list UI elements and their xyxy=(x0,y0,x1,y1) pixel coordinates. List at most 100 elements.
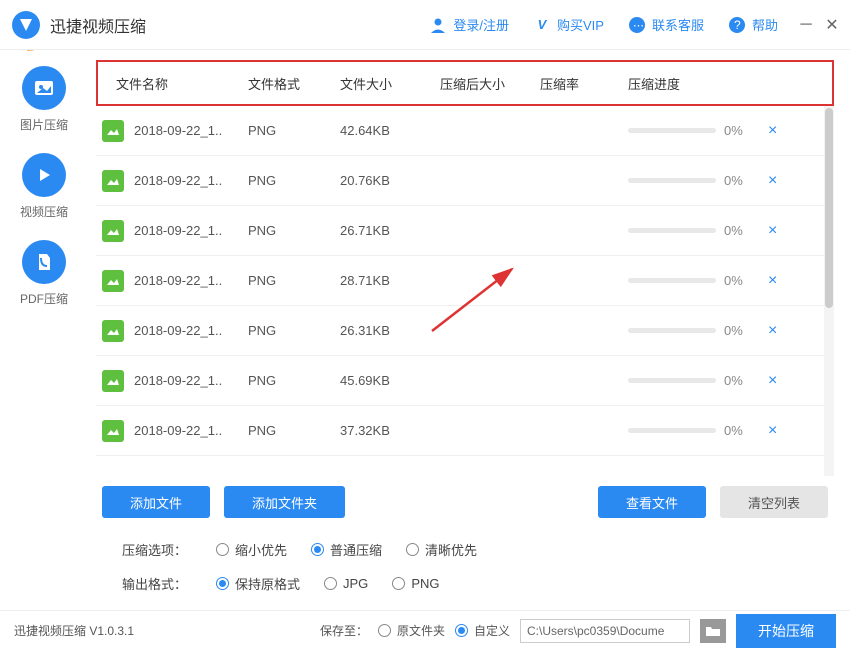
cell-progress: 0%× xyxy=(628,372,834,390)
scrollbar-thumb[interactable] xyxy=(825,108,833,308)
close-button[interactable]: ✕ xyxy=(824,18,840,32)
cell-format: PNG xyxy=(248,173,340,188)
app-logo: 迅捷视频压缩 xyxy=(10,9,146,41)
table-header-highlight: 文件名称 文件格式 文件大小 压缩后大小 压缩率 压缩进度 xyxy=(96,60,834,106)
browse-folder-button[interactable] xyxy=(700,619,726,643)
cell-filename: 2018-09-22_1.. xyxy=(134,273,248,288)
radio-clarity-priority[interactable]: 清晰优先 xyxy=(406,540,477,559)
progress-bar xyxy=(628,428,716,433)
remove-row-button[interactable]: × xyxy=(760,422,785,440)
titlebar: 迅捷视频压缩 登录/注册 V 购买VIP ⋯ 联系客服 ? 帮助 ─ ✕ xyxy=(0,0,850,50)
image-file-icon xyxy=(102,370,124,392)
clear-list-button[interactable]: 清空列表 xyxy=(720,486,828,518)
cell-filename: 2018-09-22_1.. xyxy=(134,373,248,388)
image-file-icon xyxy=(102,270,124,292)
image-file-icon xyxy=(102,220,124,242)
remove-row-button[interactable]: × xyxy=(760,122,785,140)
sidebar-item-label: 图片压缩 xyxy=(20,116,68,133)
progress-pct: 0% xyxy=(724,323,752,338)
folder-icon xyxy=(705,625,721,637)
radio-normal-compress[interactable]: 普通压缩 xyxy=(311,540,382,559)
image-file-icon xyxy=(102,320,124,342)
remove-row-button[interactable]: × xyxy=(760,372,785,390)
progress-bar xyxy=(628,278,716,283)
col-ratio: 压缩率 xyxy=(540,74,628,93)
login-link[interactable]: 登录/注册 xyxy=(429,15,509,34)
table-header: 文件名称 文件格式 文件大小 压缩后大小 压缩率 压缩进度 xyxy=(98,64,832,102)
sidebar-item-video-compress[interactable]: 视频压缩 xyxy=(20,153,68,220)
start-compress-button[interactable]: 开始压缩 xyxy=(736,614,836,648)
save-path-input[interactable] xyxy=(520,619,690,643)
table-row[interactable]: 2018-09-22_1..PNG45.69KB 0%× xyxy=(96,356,834,406)
svg-text:?: ? xyxy=(734,18,741,32)
cell-progress: 0% × xyxy=(628,322,834,340)
remove-row-button[interactable]: × xyxy=(760,222,785,240)
remove-row-button[interactable]: × xyxy=(760,272,785,290)
progress-pct: 0% xyxy=(724,423,752,438)
compress-option-label: 压缩选项： xyxy=(122,540,192,559)
progress-pct: 0% xyxy=(724,223,752,238)
cell-format: PNG xyxy=(248,223,340,238)
progress-bar xyxy=(628,228,716,233)
cell-size: 42.64KB xyxy=(340,123,440,138)
table-row[interactable]: 2018-09-22_1..PNG28.71KB 0%× xyxy=(96,256,834,306)
col-after-size: 压缩后大小 xyxy=(440,74,540,93)
main-panel: 文件名称 文件格式 文件大小 压缩后大小 压缩率 压缩进度 2018-09-22… xyxy=(88,50,850,610)
scrollbar[interactable] xyxy=(824,106,834,476)
cell-progress: 0% × xyxy=(628,422,834,440)
save-to-label: 保存至： xyxy=(320,622,368,639)
cell-size: 37.32KB xyxy=(340,423,440,438)
add-file-button[interactable]: 添加文件 xyxy=(102,486,210,518)
footer: 迅捷视频压缩 V1.0.3.1 保存至： 原文件夹 自定义 开始压缩 xyxy=(0,610,850,650)
cell-progress: 0% × xyxy=(628,222,834,240)
cell-size: 28.71KB xyxy=(340,273,440,288)
col-format: 文件格式 xyxy=(248,74,340,93)
progress-bar xyxy=(628,328,716,333)
help-icon: ? xyxy=(728,16,746,34)
radio-original-folder[interactable]: 原文件夹 xyxy=(378,622,445,639)
col-progress: 压缩进度 xyxy=(628,74,832,93)
table-body: 2018-09-22_1..PNG42.64KB0%×2018-09-22_1.… xyxy=(96,106,834,476)
table-row[interactable]: 2018-09-22_1..PNG26.31KB0%× xyxy=(96,306,834,356)
cell-size: 26.31KB xyxy=(340,323,440,338)
cell-format: PNG xyxy=(248,273,340,288)
table-row[interactable]: 2018-09-22_1..PNG42.64KB0%× xyxy=(96,106,834,156)
remove-row-button[interactable]: × xyxy=(760,172,785,190)
svg-text:⋯: ⋯ xyxy=(633,20,644,32)
cell-size: 20.76KB xyxy=(340,173,440,188)
cell-filename: 2018-09-22_1.. xyxy=(134,323,248,338)
sidebar-item-pdf-compress[interactable]: PDF压缩 xyxy=(20,240,68,307)
radio-custom-folder[interactable]: 自定义 xyxy=(455,622,510,639)
minimize-button[interactable]: ─ xyxy=(798,18,814,32)
cell-progress: 0%× xyxy=(628,122,834,140)
progress-bar xyxy=(628,128,716,133)
cell-format: PNG xyxy=(248,423,340,438)
view-file-button[interactable]: 查看文件 xyxy=(598,486,706,518)
table-row[interactable]: 2018-09-22_1..PNG20.76KB0%× xyxy=(96,156,834,206)
add-folder-button[interactable]: 添加文件夹 xyxy=(224,486,345,518)
radio-jpg[interactable]: JPG xyxy=(324,576,368,591)
sidebar-item-image-compress[interactable]: 图片压缩 xyxy=(20,66,68,133)
table-row[interactable]: 2018-09-22_1..PNG37.32KB 0% × xyxy=(96,406,834,456)
cell-format: PNG xyxy=(248,373,340,388)
progress-pct: 0% xyxy=(724,173,752,188)
radio-png[interactable]: PNG xyxy=(392,576,439,591)
progress-bar xyxy=(628,178,716,183)
radio-keep-format[interactable]: 保持原格式 xyxy=(216,574,300,593)
buy-vip-link[interactable]: V 购买VIP xyxy=(533,15,604,34)
remove-row-button[interactable]: × xyxy=(760,322,785,340)
vip-label: 购买VIP xyxy=(557,15,604,34)
image-file-icon xyxy=(102,420,124,442)
col-filename: 文件名称 xyxy=(98,74,248,93)
cell-filename: 2018-09-22_1.. xyxy=(134,123,248,138)
help-label: 帮助 xyxy=(752,15,778,34)
help-link[interactable]: ? 帮助 xyxy=(728,15,778,34)
radio-shrink-priority[interactable]: 缩小优先 xyxy=(216,540,287,559)
cell-filename: 2018-09-22_1.. xyxy=(134,423,248,438)
action-buttons: 添加文件 添加文件夹 查看文件 清空列表 xyxy=(96,476,834,528)
table-row[interactable]: 2018-09-22_1..PNG26.71KB0%× xyxy=(96,206,834,256)
sidebar-item-label: 视频压缩 xyxy=(20,203,68,220)
cell-progress: 0%× xyxy=(628,272,834,290)
contact-service-link[interactable]: ⋯ 联系客服 xyxy=(628,15,704,34)
cell-size: 45.69KB xyxy=(340,373,440,388)
